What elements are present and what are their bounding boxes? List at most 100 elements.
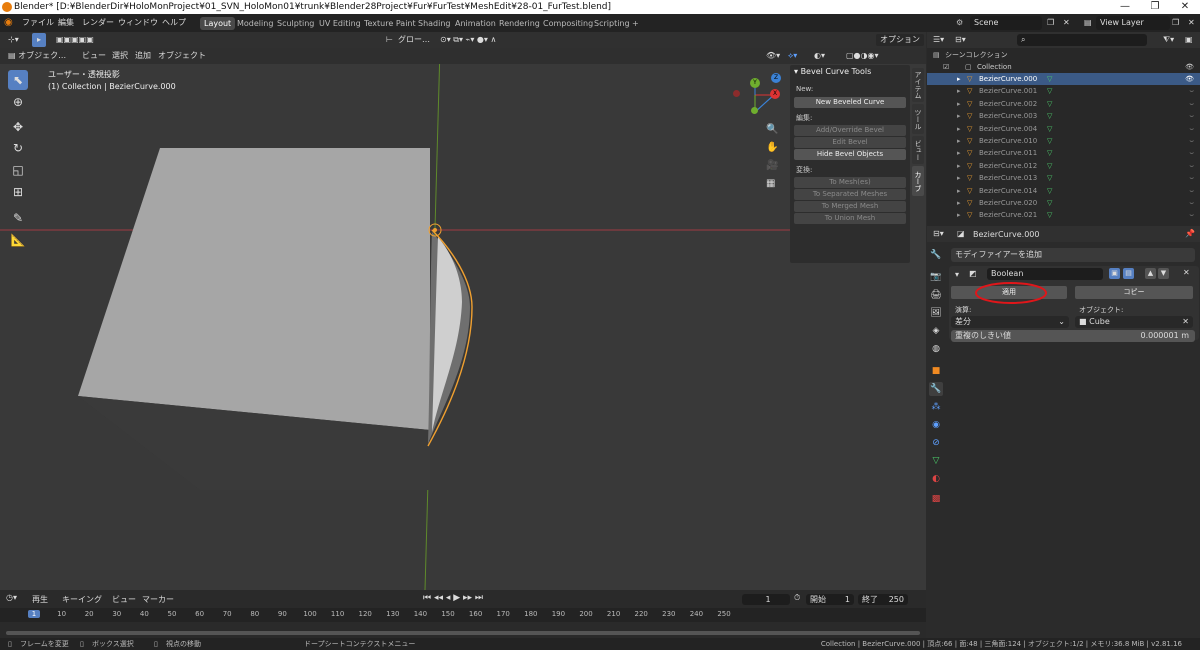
render-toggle-icon[interactable]: ▤ xyxy=(1123,268,1134,279)
tab-output-icon[interactable]: 🖨 xyxy=(929,288,943,302)
expand-icon[interactable]: ▸ xyxy=(957,172,961,184)
tab-particles-icon[interactable]: ⁂ xyxy=(929,400,943,414)
editor-type-icon[interactable]: ⊹▾ xyxy=(8,32,19,48)
expand-icon[interactable]: ▸ xyxy=(957,185,961,197)
workspace-tab-modeling[interactable]: Modeling xyxy=(233,17,277,30)
clear-object-icon[interactable]: ✕ xyxy=(1182,316,1189,328)
tab-view-layer-icon[interactable]: 🖼 xyxy=(929,306,943,320)
timeline-menu-keying[interactable]: キーイング xyxy=(62,594,102,605)
menu-window[interactable]: ウィンドウ xyxy=(118,17,158,29)
visibility-toggle-icon[interactable]: ⌣ xyxy=(1189,197,1194,209)
visibility-toggle-icon[interactable]: ⌣ xyxy=(1189,135,1194,147)
pin-icon[interactable]: 📌 xyxy=(1185,229,1195,238)
outliner-item-row[interactable]: ▸ ▽ BezierCurve.013 ▽ ⌣ xyxy=(927,172,1200,184)
tool-measure-icon[interactable]: 📐 xyxy=(8,230,28,250)
tab-material-icon[interactable]: ◐ xyxy=(929,472,943,486)
menu-render[interactable]: レンダー xyxy=(82,17,114,29)
new-beveled-curve-button[interactable]: New Beveled Curve xyxy=(794,97,906,108)
tool-scale-icon[interactable]: ◱ xyxy=(8,160,28,180)
menu-view[interactable]: ビュー xyxy=(82,48,106,64)
tab-tool[interactable]: ツール xyxy=(912,104,924,134)
visibility-icon[interactable]: 👁▾ xyxy=(766,48,780,64)
expand-icon[interactable]: ▸ xyxy=(957,160,961,172)
tool-cursor-icon[interactable]: ⊕ xyxy=(8,92,28,112)
close-window-button[interactable]: ✕ xyxy=(1170,0,1200,14)
playback-controls[interactable]: ⏮ ◂◂ ◂ ▶ ▸▸ ⏭ xyxy=(423,593,483,603)
scene-collection-row[interactable]: ▤ シーンコレクション xyxy=(927,49,1200,61)
expand-icon[interactable]: ▸ xyxy=(957,73,961,85)
outliner-item-row[interactable]: ▸ ▽ BezierCurve.012 ▽ ⌣ xyxy=(927,160,1200,172)
timeline-editor-type-icon[interactable]: ◷▾ xyxy=(6,593,17,602)
outliner-item-row[interactable]: ▸ ▽ BezierCurve.001 ▽ ⌣ xyxy=(927,85,1200,97)
edit-bevel-button[interactable]: Edit Bevel xyxy=(794,137,906,148)
visibility-toggle-icon[interactable]: ⌣ xyxy=(1189,172,1194,184)
to-meshes-button[interactable]: To Mesh(es) xyxy=(794,177,906,188)
collapse-icon[interactable]: ▾ xyxy=(955,270,959,279)
expand-icon[interactable]: ▸ xyxy=(957,85,961,97)
outliner-item-row[interactable]: ▸ ▽ BezierCurve.014 ▽ ⌣ xyxy=(927,185,1200,197)
frame-ruler[interactable]: 1 10 20 30 40 50 60 70 80 90 100 110 120 130 140 150 160… xyxy=(0,608,926,642)
menu-select[interactable]: 選択 xyxy=(112,48,128,64)
mode-selector[interactable]: ▤ オブジェク… xyxy=(8,48,66,64)
expand-icon[interactable]: ▸ xyxy=(957,98,961,110)
remove-scene-icon[interactable]: ✕ xyxy=(1063,17,1070,29)
to-separated-meshes-button[interactable]: To Separated Meshes xyxy=(794,189,906,200)
remove-modifier-icon[interactable]: ✕ xyxy=(1183,268,1190,277)
orientation-icon[interactable]: ⊢ xyxy=(386,32,393,48)
menu-add[interactable]: 追加 xyxy=(135,48,151,64)
menu-help[interactable]: ヘルプ xyxy=(162,17,186,29)
outliner-editor-type-icon[interactable]: ☰▾ xyxy=(933,35,944,44)
move-up-icon[interactable]: ▲ xyxy=(1145,268,1156,279)
operation-dropdown[interactable]: 差分 ⌄ xyxy=(951,316,1069,328)
outliner-item-row[interactable]: ▸ ▽ BezierCurve.003 ▽ ⌣ xyxy=(927,110,1200,122)
visibility-toggle-icon[interactable]: ⌣ xyxy=(1189,85,1194,97)
start-frame-field[interactable]: 開始 1 xyxy=(806,594,854,605)
tab-data-icon[interactable]: ▽ xyxy=(929,454,943,468)
timeline-menu-marker[interactable]: マーカー xyxy=(142,594,174,605)
collection-checkbox[interactable]: ☑ xyxy=(943,61,949,73)
gizmo-toggle-icon[interactable]: ⟡▾ xyxy=(788,48,797,64)
remove-view-layer-icon[interactable]: ✕ xyxy=(1188,17,1195,29)
outliner-item-row[interactable]: ▸ ▽ BezierCurve.011 ▽ ⌣ xyxy=(927,147,1200,159)
pan-hand-icon[interactable]: ✋ xyxy=(766,142,778,153)
outliner-item-row[interactable]: ▸ ▽ BezierCurve.020 ▽ ⌣ xyxy=(927,197,1200,209)
tab-curve[interactable]: カーブ xyxy=(912,166,924,196)
to-merged-mesh-button[interactable]: To Merged Mesh xyxy=(794,201,906,212)
modifier-name-field[interactable]: Boolean xyxy=(987,268,1103,280)
add-workspace-button[interactable]: + xyxy=(628,17,643,30)
tab-constraints-icon[interactable]: ⊘ xyxy=(929,436,943,450)
gizmo-z[interactable]: Z xyxy=(771,73,781,83)
to-union-mesh-button[interactable]: To Union Mesh xyxy=(794,213,906,224)
tab-tool-icon[interactable]: 🔧 xyxy=(929,248,943,262)
tab-modifier-icon[interactable]: 🔧 xyxy=(929,382,943,396)
outliner-item-row[interactable]: ▸ ▽ BezierCurve.004 ▽ ⌣ xyxy=(927,123,1200,135)
filter-icon[interactable]: ⧨▾ xyxy=(1163,35,1174,45)
tool-transform-icon[interactable]: ⊞ xyxy=(8,182,28,202)
visibility-toggle-icon[interactable]: ⌣ xyxy=(1189,98,1194,110)
workspace-tab-compositing[interactable]: Compositing xyxy=(539,17,597,30)
outliner-item-row[interactable]: ▸ ▽ BezierCurve.000 ▽ 👁 xyxy=(927,73,1200,86)
expand-icon[interactable]: ▸ xyxy=(957,135,961,147)
ortho-grid-icon[interactable]: ▦ xyxy=(766,178,775,189)
workspace-tab-texture-paint[interactable]: Texture Paint xyxy=(360,17,420,30)
tab-scene-icon[interactable]: ◈ xyxy=(929,324,943,338)
move-down-icon[interactable]: ▼ xyxy=(1158,268,1169,279)
new-scene-icon[interactable]: ❐ xyxy=(1047,17,1054,29)
tool-rotate-icon[interactable]: ↻ xyxy=(8,138,28,158)
tab-world-icon[interactable]: ◍ xyxy=(929,342,943,356)
collection-row[interactable]: ☑ ▢ Collection 👁 xyxy=(927,61,1200,73)
expand-icon[interactable]: ▸ xyxy=(957,197,961,209)
visibility-toggle-icon[interactable]: ⌣ xyxy=(1189,147,1194,159)
properties-editor-type-icon[interactable]: ⊟▾ xyxy=(933,229,944,238)
options-dropdown[interactable]: オプション xyxy=(876,34,924,46)
gizmo-y[interactable]: Y xyxy=(750,78,760,88)
expand-icon[interactable]: ▸ xyxy=(957,123,961,135)
add-override-bevel-button[interactable]: Add/Override Bevel xyxy=(794,125,906,136)
visibility-toggle-icon[interactable]: ⌣ xyxy=(1189,123,1194,135)
hide-bevel-objects-button[interactable]: Hide Bevel Objects xyxy=(794,149,906,160)
expand-icon[interactable]: ▸ xyxy=(957,147,961,159)
overlay-icon[interactable]: ◐▾ xyxy=(814,48,825,64)
timeline-scrollbar[interactable] xyxy=(6,631,920,635)
gizmo-neg-y[interactable] xyxy=(751,107,758,114)
outliner-search-field[interactable]: ⌕ xyxy=(1017,34,1147,46)
